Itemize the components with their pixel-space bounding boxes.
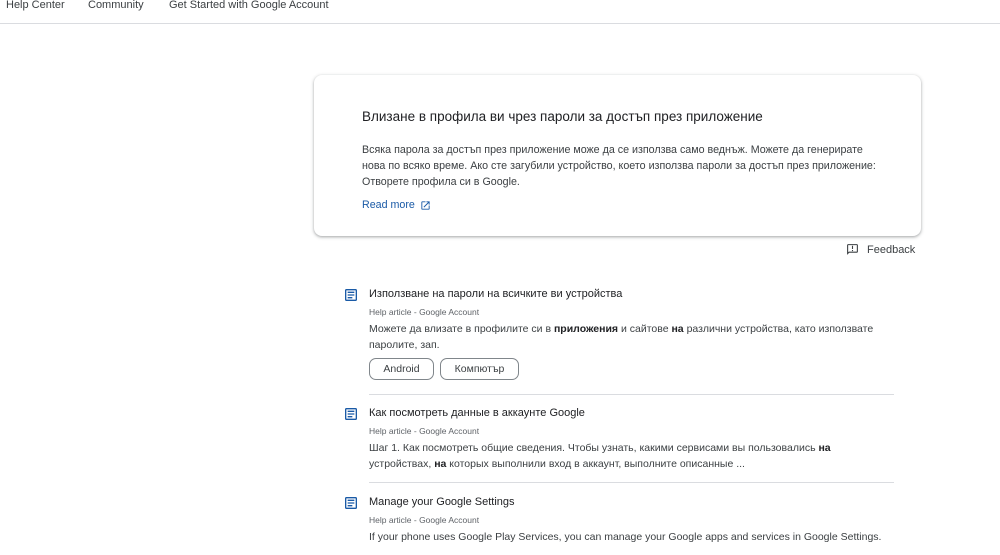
result-divider (369, 394, 894, 395)
snippet-highlight: приложения (553, 323, 619, 335)
feedback-button[interactable]: Feedback (846, 243, 915, 256)
result-snippet: If your phone uses Google Play Services,… (369, 529, 895, 545)
result-divider (369, 482, 894, 483)
chip-computer[interactable]: Компютър (440, 358, 519, 380)
answer-card: Влизане в профила ви чрез пароли за дост… (314, 75, 921, 236)
snippet-text: Можете да влизате в профилите си в (369, 323, 554, 335)
snippet-highlight: на (818, 442, 831, 454)
feedback-icon (847, 244, 858, 255)
snippet-highlight: на (671, 323, 684, 335)
nav-get-started[interactable]: Get Started with Google Account (169, 0, 329, 11)
top-navigation: Help Center Community Get Started with G… (0, 0, 1000, 24)
result-source: Help article - Google Account (369, 515, 480, 525)
result-source: Help article - Google Account (369, 307, 480, 317)
result-title[interactable]: Използване на пароли на всичките ви устр… (369, 288, 622, 300)
article-icon (345, 497, 357, 509)
snippet-text: Шаг 1. Как посмотреть общие сведения. Чт… (369, 442, 819, 454)
article-icon (345, 408, 357, 420)
result-title[interactable]: Manage your Google Settings (369, 496, 515, 508)
answer-card-title: Влизане в профила ви чрез пароли за дост… (362, 109, 763, 124)
snippet-text: If your phone uses Google Play Services,… (369, 531, 882, 543)
result-snippet: Можете да влизате в профилите си в прило… (369, 321, 895, 353)
result-chips: Android Компютър (369, 358, 669, 382)
feedback-label: Feedback (867, 243, 916, 256)
result-source: Help article - Google Account (369, 426, 480, 436)
snippet-text: и сайтове (618, 323, 672, 335)
chip-android[interactable]: Android (369, 358, 434, 380)
snippet-text: устройствах, (369, 458, 435, 470)
nav-help-center[interactable]: Help Center (6, 0, 65, 11)
answer-card-body: Всяка парола за достъп през приложение м… (362, 144, 876, 188)
nav-community[interactable]: Community (88, 0, 144, 11)
result-snippet: Шаг 1. Как посмотреть общие сведения. Чт… (369, 440, 895, 472)
snippet-highlight: на (434, 458, 447, 470)
read-more-label: Read more (362, 199, 415, 211)
article-icon (345, 289, 357, 301)
read-more-link[interactable]: Read more (362, 199, 431, 211)
result-title[interactable]: Как посмотреть данные в аккаунте Google (369, 407, 585, 419)
open-in-new-icon (421, 200, 430, 210)
snippet-text: которых выполнили вход в аккаунт, выполн… (446, 458, 745, 470)
